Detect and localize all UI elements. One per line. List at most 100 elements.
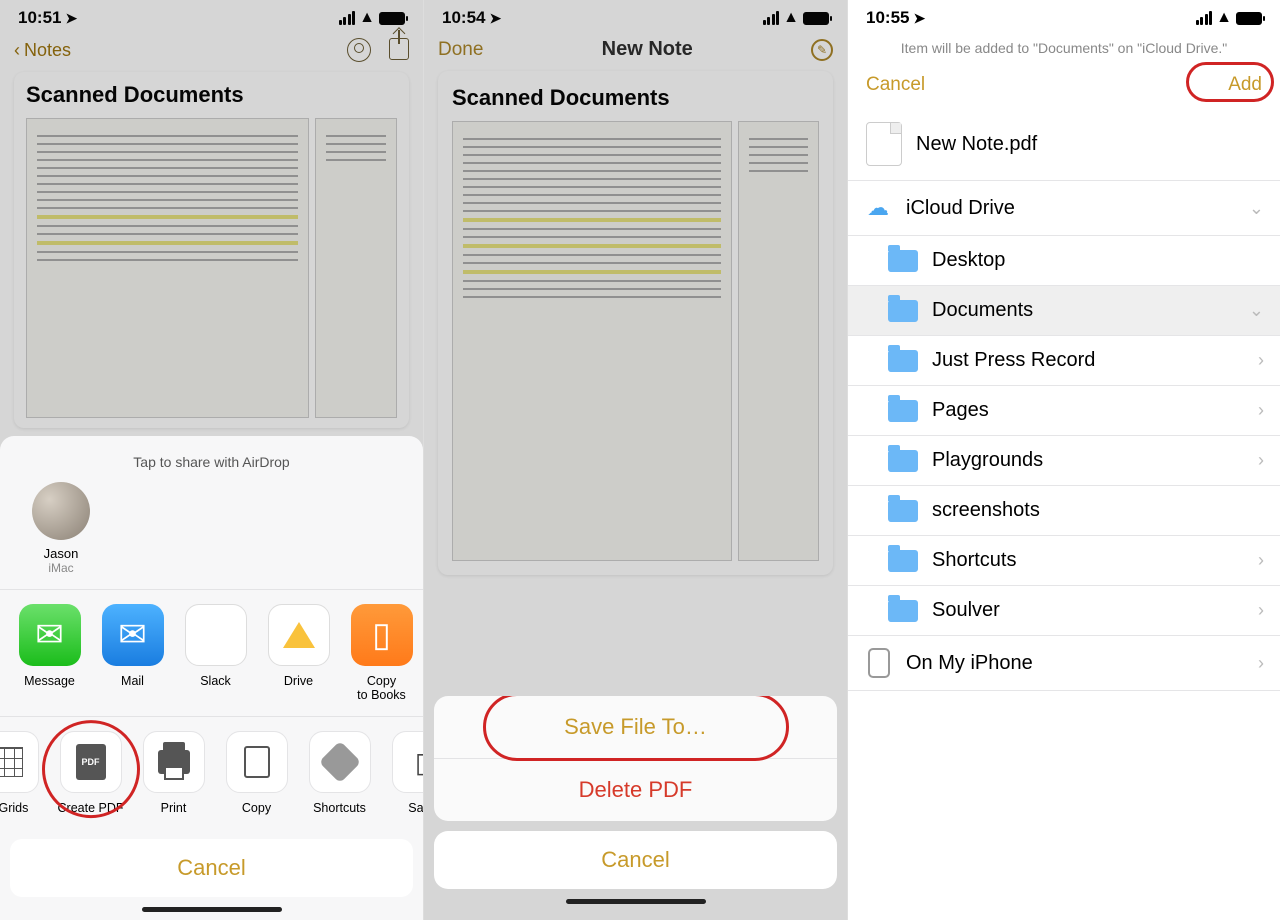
- chevron-right-icon: ›: [1258, 450, 1264, 471]
- file-icon: [866, 122, 902, 166]
- share-sheet: Tap to share with AirDrop Jason iMac ✉ Me…: [0, 436, 423, 920]
- action-copy[interactable]: Copy: [215, 731, 298, 815]
- time-label: 10:54: [442, 8, 485, 28]
- chevron-right-icon: ›: [1258, 350, 1264, 371]
- back-button[interactable]: ‹Notes: [14, 40, 71, 61]
- action-label: Save: [381, 801, 423, 815]
- home-indicator[interactable]: [142, 907, 282, 912]
- airdrop-contact[interactable]: Jason iMac: [20, 482, 102, 575]
- app-label: Slack: [174, 674, 257, 688]
- pane-save-delete: 10:54➤ ▲ Done New Note ✎ Scanned Documen…: [424, 0, 848, 920]
- message-icon: ✉: [19, 604, 81, 666]
- collaborate-icon[interactable]: [347, 38, 371, 62]
- time-label: 10:51: [18, 8, 61, 28]
- shortcuts-icon: [309, 731, 371, 793]
- folder-icon: [888, 350, 918, 372]
- action-create-pdf[interactable]: PDFCreate PDF: [49, 731, 132, 815]
- app-drive[interactable]: Drive: [257, 604, 340, 702]
- icloud-drive-row[interactable]: ☁ iCloud Drive ⌄: [848, 181, 1280, 236]
- cell-signal-icon: [339, 11, 356, 25]
- chevron-left-icon: ‹: [14, 40, 20, 61]
- folder-desktop[interactable]: Desktop: [848, 236, 1280, 286]
- action-label: & Grids: [0, 801, 49, 815]
- add-button[interactable]: Add: [1228, 74, 1262, 96]
- cancel-button[interactable]: Cancel: [866, 74, 925, 96]
- location-icon: ➤: [913, 10, 925, 27]
- note-content: Scanned Documents: [14, 72, 409, 428]
- status-bar: 10:51➤ ▲: [0, 0, 423, 32]
- folder-shortcuts[interactable]: Shortcuts ›: [848, 536, 1280, 586]
- folder-icon: [888, 450, 918, 472]
- app-slack[interactable]: ⧉Slack: [174, 604, 257, 702]
- on-my-iphone-row[interactable]: On My iPhone ›: [848, 636, 1280, 691]
- action-save[interactable]: ▯ Save: [381, 731, 423, 815]
- note-heading: Scanned Documents: [452, 85, 819, 111]
- books-icon: ▯: [351, 604, 413, 666]
- print-icon: [143, 731, 205, 793]
- file-name: New Note.pdf: [916, 133, 1037, 156]
- app-books[interactable]: ▯ Copy to Books: [340, 604, 423, 702]
- file-to-save: New Note.pdf: [848, 108, 1280, 180]
- save-icon: ▯: [392, 731, 424, 793]
- location-icon: ➤: [65, 10, 77, 27]
- action-shortcuts[interactable]: Shortcuts: [298, 731, 381, 815]
- copy-icon: [226, 731, 288, 793]
- location-label: iCloud Drive: [906, 197, 1015, 220]
- back-label: Notes: [24, 40, 71, 61]
- cell-signal-icon: [1196, 11, 1213, 25]
- cloud-icon: ☁: [864, 194, 892, 222]
- folder-label: Soulver: [932, 599, 1000, 622]
- action-print[interactable]: Print: [132, 731, 215, 815]
- battery-icon: [379, 12, 405, 25]
- cancel-button[interactable]: Cancel: [434, 831, 837, 889]
- action-label: Copy: [215, 801, 298, 815]
- folder-soulver[interactable]: Soulver ›: [848, 586, 1280, 636]
- pane-share-sheet: 10:51➤ ▲ ‹Notes Scanned Documents Tap to…: [0, 0, 424, 920]
- battery-icon: [1236, 12, 1262, 25]
- cancel-button[interactable]: Cancel: [10, 839, 413, 897]
- app-label: Copy to Books: [340, 674, 423, 702]
- pdf-icon: PDF: [60, 731, 122, 793]
- nav-bar: Done New Note ✎: [424, 32, 847, 71]
- app-label: Drive: [257, 674, 340, 688]
- folder-label: Shortcuts: [932, 549, 1016, 572]
- chevron-right-icon: ›: [1258, 600, 1264, 621]
- delete-pdf-button[interactable]: Delete PDF: [434, 759, 837, 821]
- folder-screenshots[interactable]: screenshots: [848, 486, 1280, 536]
- chevron-right-icon: ›: [1258, 550, 1264, 571]
- sheet-title: Tap to share with AirDrop: [0, 446, 423, 482]
- app-mail[interactable]: ✉Mail: [91, 604, 174, 702]
- folder-playgrounds[interactable]: Playgrounds ›: [848, 436, 1280, 486]
- chevron-down-icon: ⌄: [1249, 300, 1264, 321]
- app-label: Message: [8, 674, 91, 688]
- app-message[interactable]: ✉ Message: [8, 604, 91, 702]
- battery-icon: [803, 12, 829, 25]
- status-bar: 10:54➤ ▲: [424, 0, 847, 32]
- folder-documents[interactable]: Documents⌄: [848, 286, 1280, 336]
- folder-label: Playgrounds: [932, 449, 1043, 472]
- share-icon[interactable]: [389, 38, 409, 60]
- folder-label: Desktop: [932, 249, 1005, 272]
- iphone-icon: [864, 649, 892, 677]
- wifi-icon: ▲: [783, 9, 799, 27]
- folder-pages[interactable]: Pages›: [848, 386, 1280, 436]
- mail-icon: ✉: [102, 604, 164, 666]
- airdrop-device: iMac: [20, 561, 102, 575]
- time-label: 10:55: [866, 8, 909, 28]
- destination-subtitle: Item will be added to "Documents" on "iC…: [848, 32, 1280, 66]
- wifi-icon: ▲: [1216, 9, 1232, 27]
- folder-label: Just Press Record: [932, 349, 1095, 372]
- nav-bar: ‹Notes: [0, 32, 423, 72]
- location-list: ☁ iCloud Drive ⌄ Desktop Documents⌄ Just…: [848, 180, 1280, 691]
- folder-just-press-record[interactable]: Just Press Record ›: [848, 336, 1280, 386]
- folder-icon: [888, 600, 918, 622]
- done-button[interactable]: Done: [438, 39, 483, 61]
- folder-icon: [888, 250, 918, 272]
- save-file-button[interactable]: Save File To…: [434, 696, 837, 759]
- avatar-icon: [32, 482, 90, 540]
- action-label: Print: [132, 801, 215, 815]
- folder-label: Pages: [932, 399, 989, 422]
- location-label: On My iPhone: [906, 652, 1033, 675]
- markup-icon[interactable]: ✎: [811, 39, 833, 61]
- home-indicator[interactable]: [566, 899, 706, 904]
